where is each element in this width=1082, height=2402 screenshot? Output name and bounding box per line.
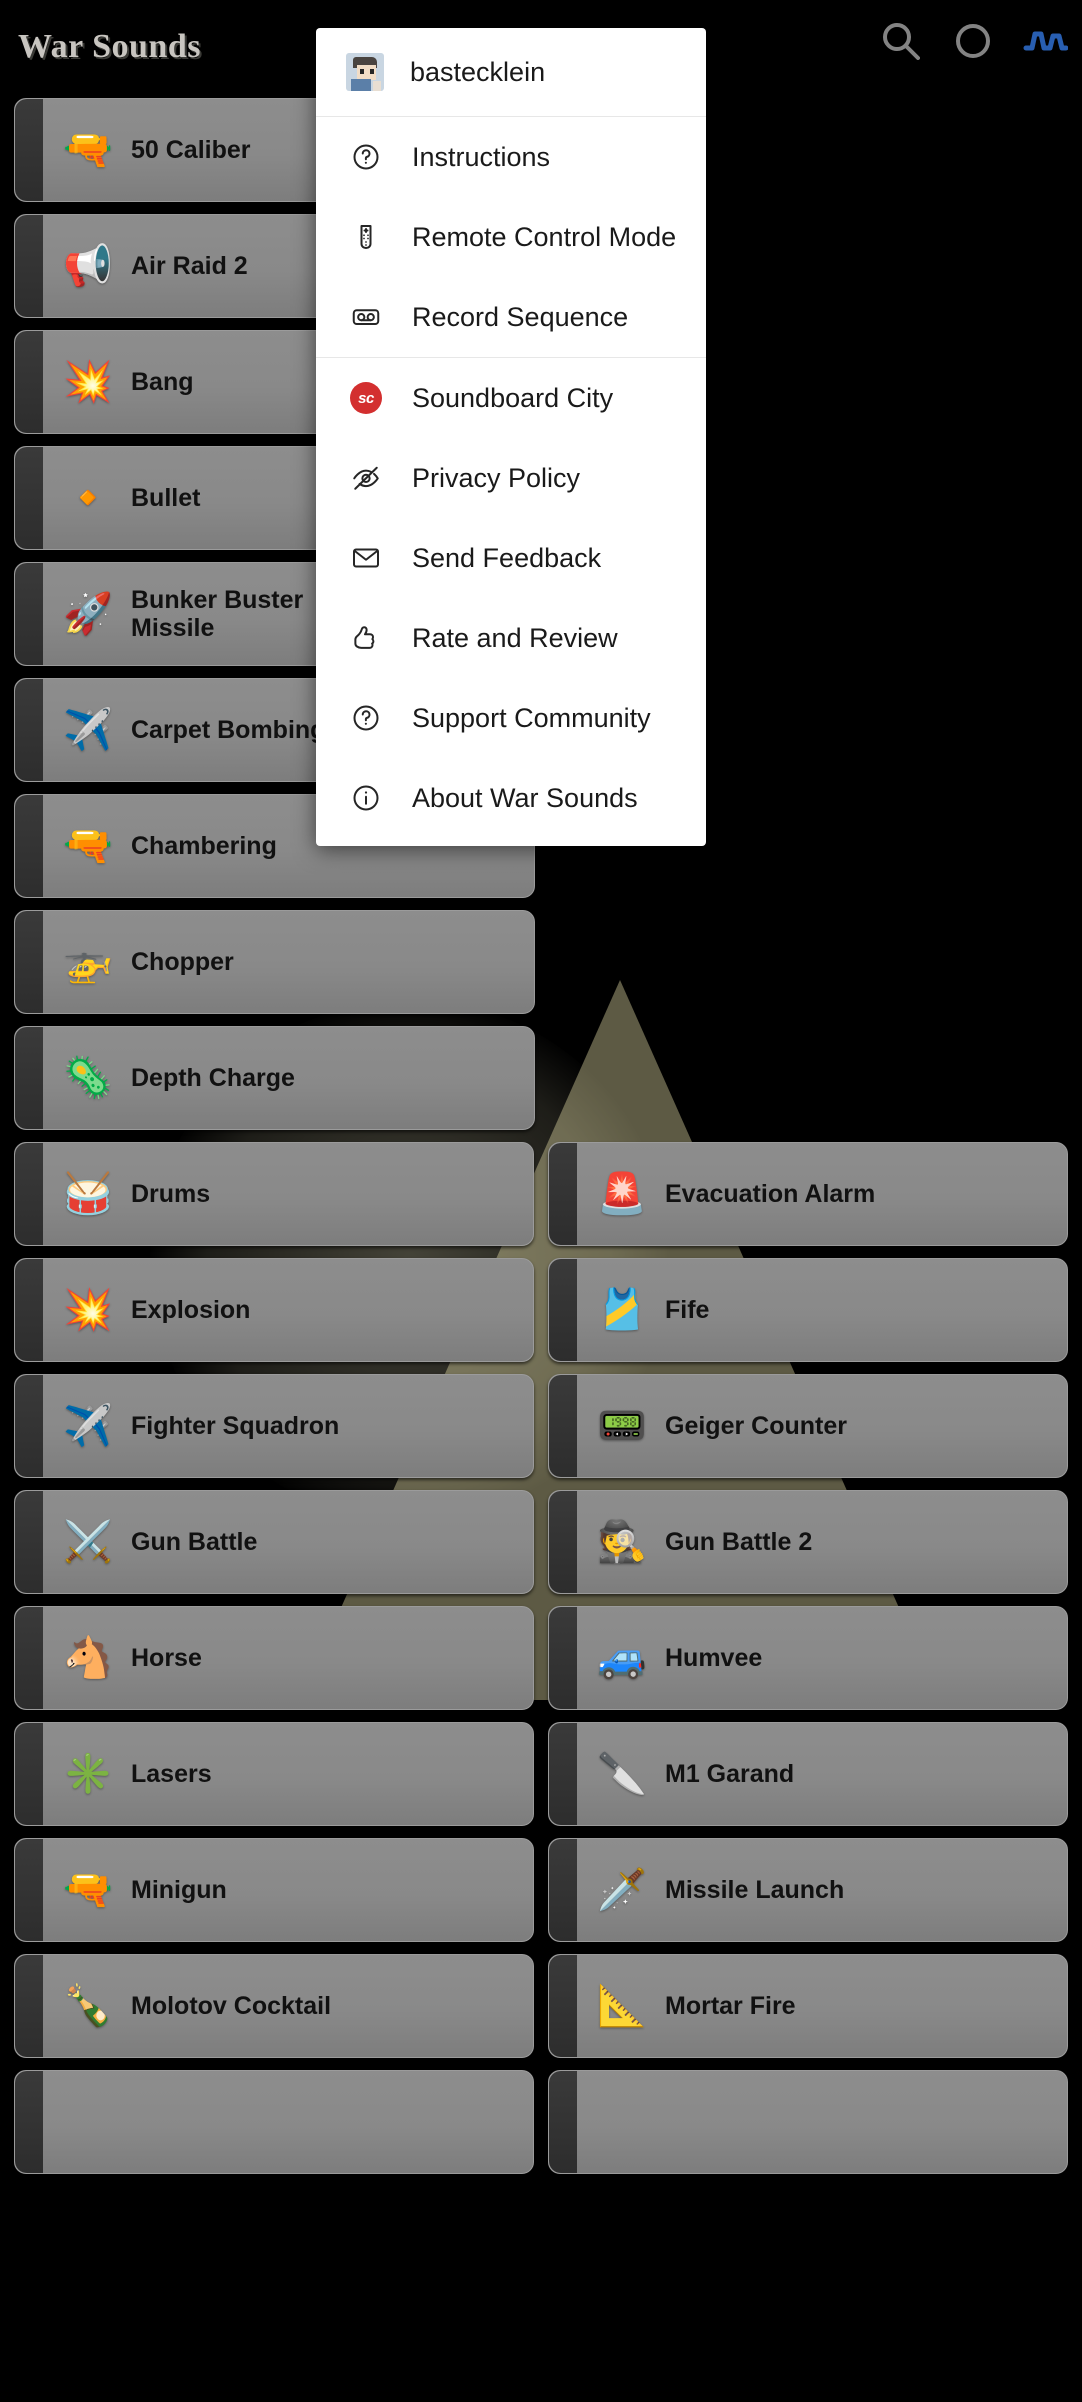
sc-badge-icon: sc [346,382,386,414]
envelope-icon [346,543,386,573]
cassette-icon [346,302,386,332]
menu-item-label: Send Feedback [412,542,602,573]
question-circle-icon [346,142,386,172]
menu-item-label: Soundboard City [412,382,614,413]
menu-item-support-community[interactable]: Support Community [316,678,706,758]
menu-item-label: Record Sequence [412,301,629,332]
menu-item-instructions[interactable]: Instructions [316,117,706,197]
question-circle-icon [346,703,386,733]
overflow-menu: bastecklein Instructions Remote Control M… [316,28,706,846]
remote-control-icon [346,222,386,252]
menu-item-label: Support Community [412,702,651,733]
eye-slash-icon [346,463,386,493]
menu-item-privacy-policy[interactable]: Privacy Policy [316,438,706,518]
menu-group-primary: Instructions Remote Control Mode Record Se… [316,117,706,357]
menu-item-soundboard-city[interactable]: sc Soundboard City [316,358,706,438]
menu-item-send-feedback[interactable]: Send Feedback [316,518,706,598]
menu-item-about-war-sounds[interactable]: About War Sounds [316,758,706,838]
menu-group-secondary: sc Soundboard City Privacy Policy Send Feed… [316,358,706,838]
menu-item-remote-control-mode[interactable]: Remote Control Mode [316,197,706,277]
menu-item-rate-and-review[interactable]: Rate and Review [316,598,706,678]
user-avatar [346,53,384,91]
menu-item-record-sequence[interactable]: Record Sequence [316,277,706,357]
app-root: 🔫 50 Caliber 📢 Air Raid 2 💥 Bang 🔸 Bullet 🚀 Bunke… [0,0,1082,2402]
info-circle-icon [346,783,386,813]
thumbs-up-icon [346,623,386,653]
account-name: bastecklein [410,56,546,87]
menu-item-label: Instructions [412,141,551,172]
menu-item-label: About War Sounds [412,782,638,813]
menu-item-label: Remote Control Mode [412,221,677,252]
menu-item-label: Rate and Review [412,622,618,653]
menu-item-account[interactable]: bastecklein [316,28,706,116]
menu-item-label: Privacy Policy [412,462,581,493]
